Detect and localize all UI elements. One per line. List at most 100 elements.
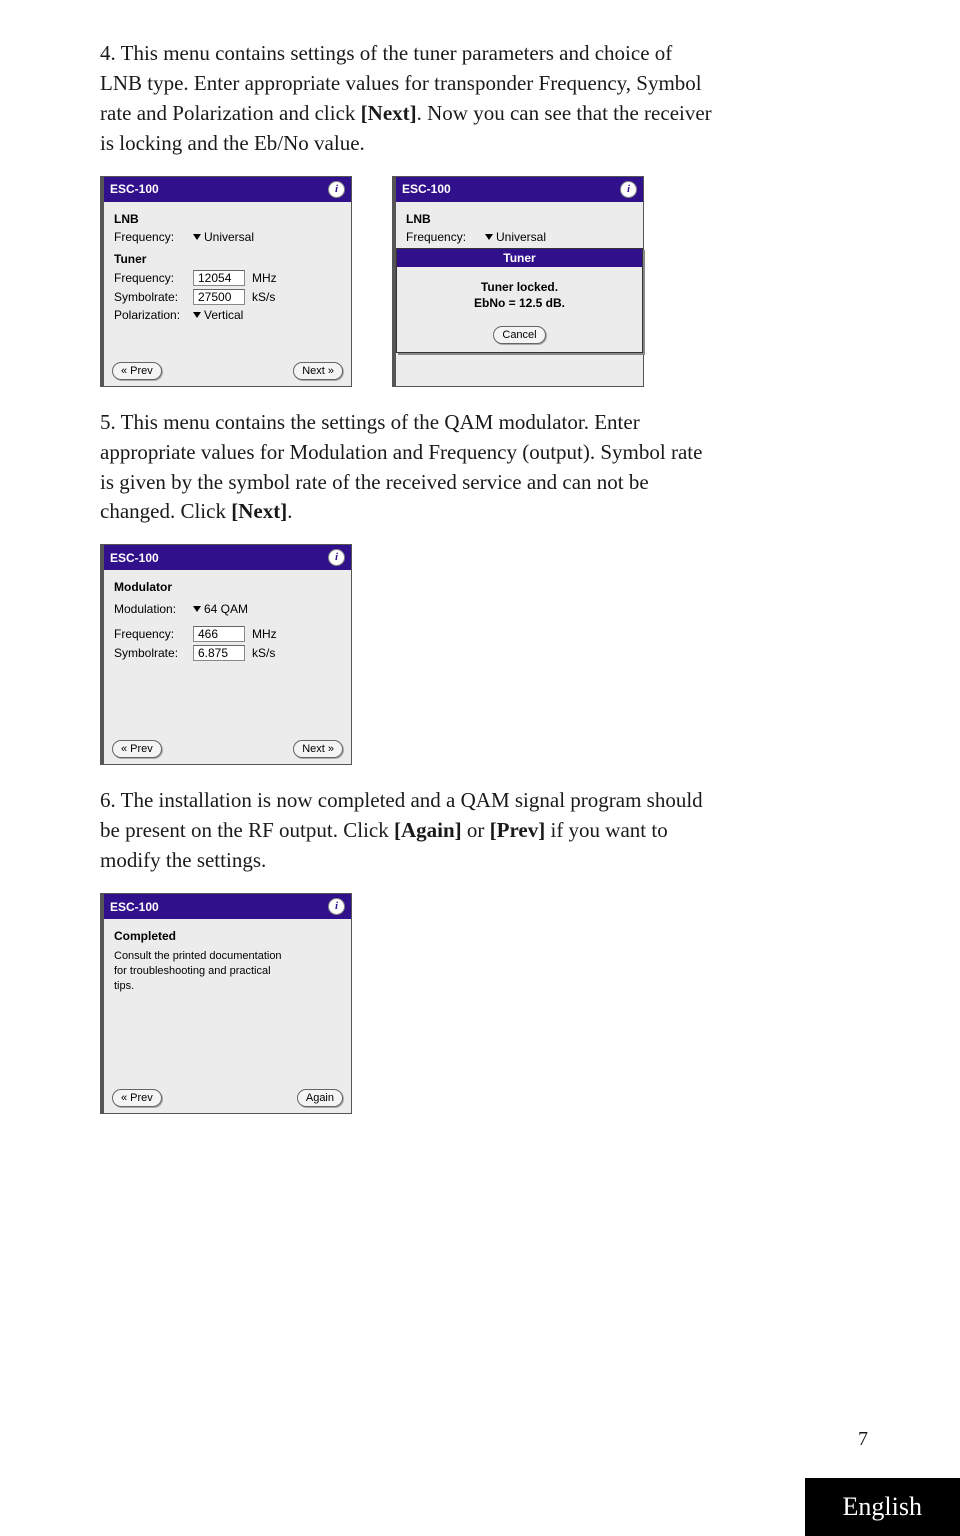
text: modify the settings. — [100, 848, 266, 872]
tuner-heading: Tuner — [114, 252, 341, 266]
tuner-frequency-row: Frequency: 12054 MHz — [114, 270, 341, 286]
text: rate and Polarization and click — [100, 101, 361, 125]
panel-title: ESC-100 — [110, 182, 159, 196]
unit: MHz — [252, 627, 277, 641]
lnb-heading: LNB — [114, 212, 341, 226]
prev-button[interactable]: « Prev — [112, 362, 162, 380]
info-icon[interactable]: i — [328, 181, 345, 198]
text: is given by the symbol rate of the recei… — [100, 470, 649, 494]
value: Universal — [496, 230, 546, 244]
panel-footer: « Prev Next » — [104, 358, 351, 386]
text: is locking and the Eb/No value. — [100, 131, 365, 155]
label: Frequency: — [114, 230, 189, 244]
mod-frequency-input[interactable]: 466 — [193, 626, 245, 642]
info-icon[interactable]: i — [620, 181, 637, 198]
panel-title: ESC-100 — [110, 900, 159, 914]
lnb-frequency-row: Frequency: Universal — [406, 230, 633, 244]
step-5-text: 5. This menu contains the settings of th… — [100, 409, 875, 437]
unit: MHz — [252, 271, 277, 285]
modulator-heading: Modulator — [114, 580, 341, 594]
completed-heading: Completed — [114, 929, 341, 943]
panel-footer: « Prev Again — [104, 1085, 351, 1113]
label: Modulation: — [114, 602, 189, 616]
panel-title: ESC-100 — [110, 551, 159, 565]
label: Frequency: — [114, 271, 189, 285]
value: Universal — [204, 230, 254, 244]
step-4-text: rate and Polarization and click [Next]. … — [100, 100, 875, 128]
text: be present on the RF output. Click — [100, 818, 394, 842]
step-4-text: 4. This menu contains settings of the tu… — [100, 40, 875, 68]
tuner-dialog: Tuner Tuner locked. EbNo = 12.5 dB. Canc… — [396, 248, 643, 354]
mod-symbolrate-input[interactable]: 6.875 — [193, 645, 245, 661]
prev-button[interactable]: « Prev — [112, 1089, 162, 1107]
tuner-frequency-input[interactable]: 12054 — [193, 270, 245, 286]
panel-body: LNB Frequency: Universal Tuner Tuner Tun… — [396, 202, 643, 386]
dialog-text: EbNo = 12.5 dB. — [407, 295, 632, 312]
panel-header: ESC-100 i — [104, 545, 351, 570]
unit: kS/s — [252, 646, 275, 660]
lnb-frequency-dropdown[interactable]: Universal — [193, 230, 254, 244]
lnb-frequency-row: Frequency: Universal — [114, 230, 341, 244]
cancel-button[interactable]: Cancel — [493, 326, 545, 344]
lnb-heading: LNB — [406, 212, 633, 226]
text: or — [462, 818, 490, 842]
info-icon[interactable]: i — [328, 898, 345, 915]
symbolrate-input[interactable]: 27500 — [193, 289, 245, 305]
page: 4. This menu contains settings of the tu… — [0, 0, 960, 1536]
text: LNB type. Enter appropriate values for t… — [100, 71, 702, 95]
panel-header: ESC-100 i — [104, 894, 351, 919]
text: 4. This menu contains settings of the tu… — [100, 41, 672, 65]
modulator-panel: ESC-100 i Modulator Modulation: 64 QAM F… — [100, 544, 352, 765]
dialog-body: Tuner locked. EbNo = 12.5 dB. — [397, 267, 642, 323]
text: Consult the printed documentation — [114, 949, 341, 964]
symbolrate-row: Symbolrate: 27500 kS/s — [114, 289, 341, 305]
dialog-footer: Cancel — [397, 322, 642, 352]
step-5-text: is given by the symbol rate of the recei… — [100, 469, 875, 497]
unit: kS/s — [252, 290, 275, 304]
text: . — [287, 499, 292, 523]
text: . Now you can see that the receiver — [417, 101, 712, 125]
polarization-row: Polarization: Vertical — [114, 308, 341, 322]
polarization-dropdown[interactable]: Vertical — [193, 308, 243, 322]
dialog-text: Tuner locked. — [407, 279, 632, 296]
next-ref: [Next] — [231, 499, 287, 523]
panel-row: ESC-100 i LNB Frequency: Universal Tuner… — [100, 176, 875, 387]
panel-body: Modulator Modulation: 64 QAM Frequency: … — [104, 570, 351, 736]
next-button[interactable]: Next » — [293, 740, 343, 758]
panel-header: ESC-100 i — [104, 177, 351, 202]
step-5-text: appropriate values for Modulation and Fr… — [100, 439, 875, 467]
step-4-text: is locking and the Eb/No value. — [100, 130, 875, 158]
completed-text: Consult the printed documentation for tr… — [114, 949, 341, 994]
step-6-text: 6. The installation is now completed and… — [100, 787, 875, 815]
tuner-locked-panel: ESC-100 i LNB Frequency: Universal Tuner… — [392, 176, 644, 387]
language-badge: English — [805, 1478, 960, 1536]
again-ref: [Again] — [394, 818, 462, 842]
dialog-title: Tuner — [397, 249, 642, 267]
panel-title: ESC-100 — [402, 182, 451, 196]
label: Symbolrate: — [114, 290, 189, 304]
step-4-text: LNB type. Enter appropriate values for t… — [100, 70, 875, 98]
modulation-row: Modulation: 64 QAM — [114, 602, 341, 616]
text: for troubleshooting and practical — [114, 964, 341, 979]
label: Polarization: — [114, 308, 189, 322]
modulation-dropdown[interactable]: 64 QAM — [193, 602, 248, 616]
lnb-frequency-dropdown[interactable]: Universal — [485, 230, 546, 244]
text: tips. — [114, 979, 341, 994]
info-icon[interactable]: i — [328, 549, 345, 566]
value: 64 QAM — [204, 602, 248, 616]
panel-body: Completed Consult the printed documentat… — [104, 919, 351, 1085]
text: changed. Click — [100, 499, 231, 523]
next-button[interactable]: Next » — [293, 362, 343, 380]
value: Vertical — [204, 308, 243, 322]
next-ref: [Next] — [361, 101, 417, 125]
panel-header: ESC-100 i — [396, 177, 643, 202]
prev-button[interactable]: « Prev — [112, 740, 162, 758]
again-button[interactable]: Again — [297, 1089, 343, 1107]
label: Frequency: — [114, 627, 189, 641]
page-number: 7 — [858, 1428, 868, 1451]
completed-panel: ESC-100 i Completed Consult the printed … — [100, 893, 352, 1114]
prev-ref: [Prev] — [490, 818, 546, 842]
text: 6. The installation is now completed and… — [100, 788, 703, 812]
step-5-text: changed. Click [Next]. — [100, 498, 875, 526]
step-6-text: modify the settings. — [100, 847, 875, 875]
